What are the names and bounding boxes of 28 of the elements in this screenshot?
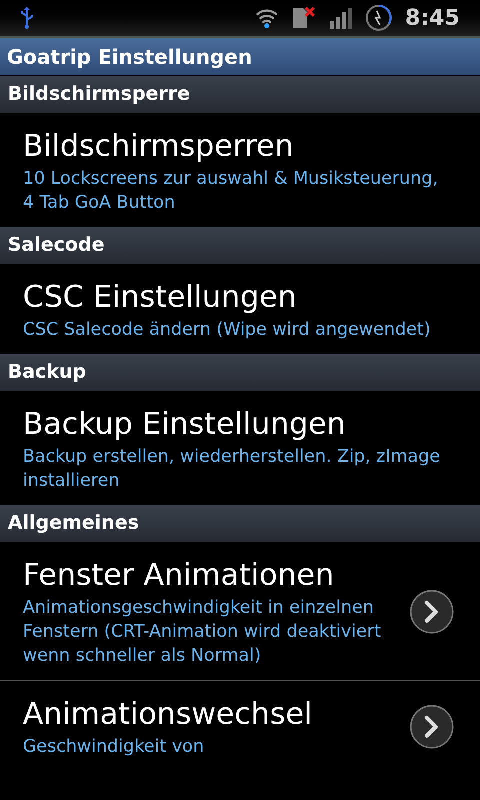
chevron-right-icon bbox=[410, 590, 454, 634]
section-header: Bildschirmsperre bbox=[0, 76, 480, 113]
item-summary: Backup erstellen, wiederherstellen. Zip, zImage installieren bbox=[23, 446, 442, 493]
battery-charging-icon bbox=[365, 4, 394, 32]
item-title: Animationswechsel bbox=[23, 696, 314, 734]
preference-item[interactable]: Bildschirmsperren 10 Lockscreens zur auswahl & Musiksteuerung, 4 Tab GoA Button bbox=[0, 113, 480, 227]
chevron-right-icon bbox=[410, 705, 454, 749]
status-time: 8:45 bbox=[405, 4, 460, 32]
section-header: Salecode bbox=[0, 227, 480, 264]
sim-error-icon bbox=[291, 6, 318, 30]
item-title: Backup Einstellungen bbox=[23, 406, 347, 444]
item-title: Bildschirmsperren bbox=[23, 128, 295, 166]
item-title: CSC Einstellungen bbox=[23, 279, 298, 317]
item-summary: CSC Salecode ändern (Wipe wird angewendet) bbox=[23, 319, 432, 342]
preference-item[interactable]: Fenster Animationen Animationsgeschwindigkeit in einzelnen Fenstern (CRT-Animation wird deaktiviert wenn schneller als Normal) bbox=[0, 542, 480, 680]
signal-icon bbox=[329, 7, 354, 29]
wifi-icon bbox=[255, 7, 280, 29]
item-summary: Animationsgeschwindigkeit in einzelnen Fenstern (CRT-Animation wird deaktiviert wenn schneller als Normal) bbox=[23, 597, 382, 668]
preference-item[interactable]: Backup Einstellungen Backup erstellen, wiederherstellen. Zip, zImage installieren bbox=[0, 391, 480, 505]
screen-title: Goatrip Einstellungen bbox=[7, 44, 252, 70]
item-title: Fenster Animationen bbox=[23, 557, 336, 595]
item-summary: Geschwindigkeit von bbox=[23, 736, 206, 759]
item-summary: 10 Lockscreens zur auswahl & Musiksteuerung, 4 Tab GoA Button bbox=[23, 168, 440, 215]
preference-item[interactable]: CSC Einstellungen CSC Salecode ändern (Wipe wird angewendet) bbox=[0, 264, 480, 354]
preference-item[interactable]: Animationswechsel Geschwindigkeit von bbox=[0, 680, 480, 771]
section-header: Backup bbox=[0, 354, 480, 391]
section-header: Allgemeines bbox=[0, 505, 480, 542]
usb-icon bbox=[20, 6, 34, 30]
